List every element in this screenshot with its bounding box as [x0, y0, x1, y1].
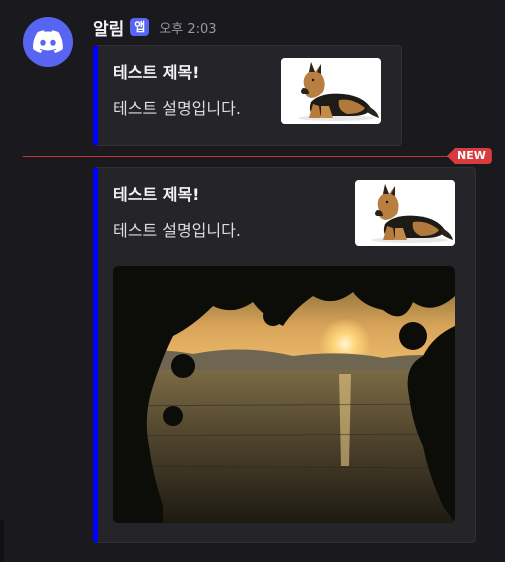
author-name[interactable]: 알림 [93, 15, 124, 40]
embed-card: 테스트 제목! 테스트 설명입니다. [93, 45, 402, 146]
new-badge: NEW [447, 148, 492, 164]
embed-image-sunset[interactable] [113, 266, 455, 523]
embed-thumbnail-dog[interactable] [281, 58, 381, 124]
new-messages-divider [23, 156, 478, 157]
sunset-lake-image-icon [113, 266, 455, 523]
app-badge: 앱 [130, 18, 150, 36]
embed-description: 테스트 설명입니다. [113, 99, 241, 118]
scroll-edge [0, 520, 4, 562]
embed-title: 테스트 제목! [113, 63, 200, 82]
chat-message-area: 알림 앱 오후 2:03 테스트 제목! 테스트 설명입니다. NEW 테스트 … [0, 0, 505, 562]
dog-image-icon [355, 180, 455, 246]
embed-description: 테스트 설명입니다. [113, 221, 241, 240]
message-header: 알림 앱 오후 2:03 [93, 15, 217, 40]
discord-avatar-icon[interactable] [23, 17, 73, 67]
embed-card: 테스트 제목! 테스트 설명입니다. [93, 167, 476, 543]
embed-thumbnail-dog[interactable] [355, 180, 455, 246]
message-timestamp[interactable]: 오후 2:03 [159, 18, 216, 37]
dog-image-icon [281, 58, 381, 124]
embed-title: 테스트 제목! [113, 185, 200, 204]
discord-logo-icon [33, 30, 63, 53]
